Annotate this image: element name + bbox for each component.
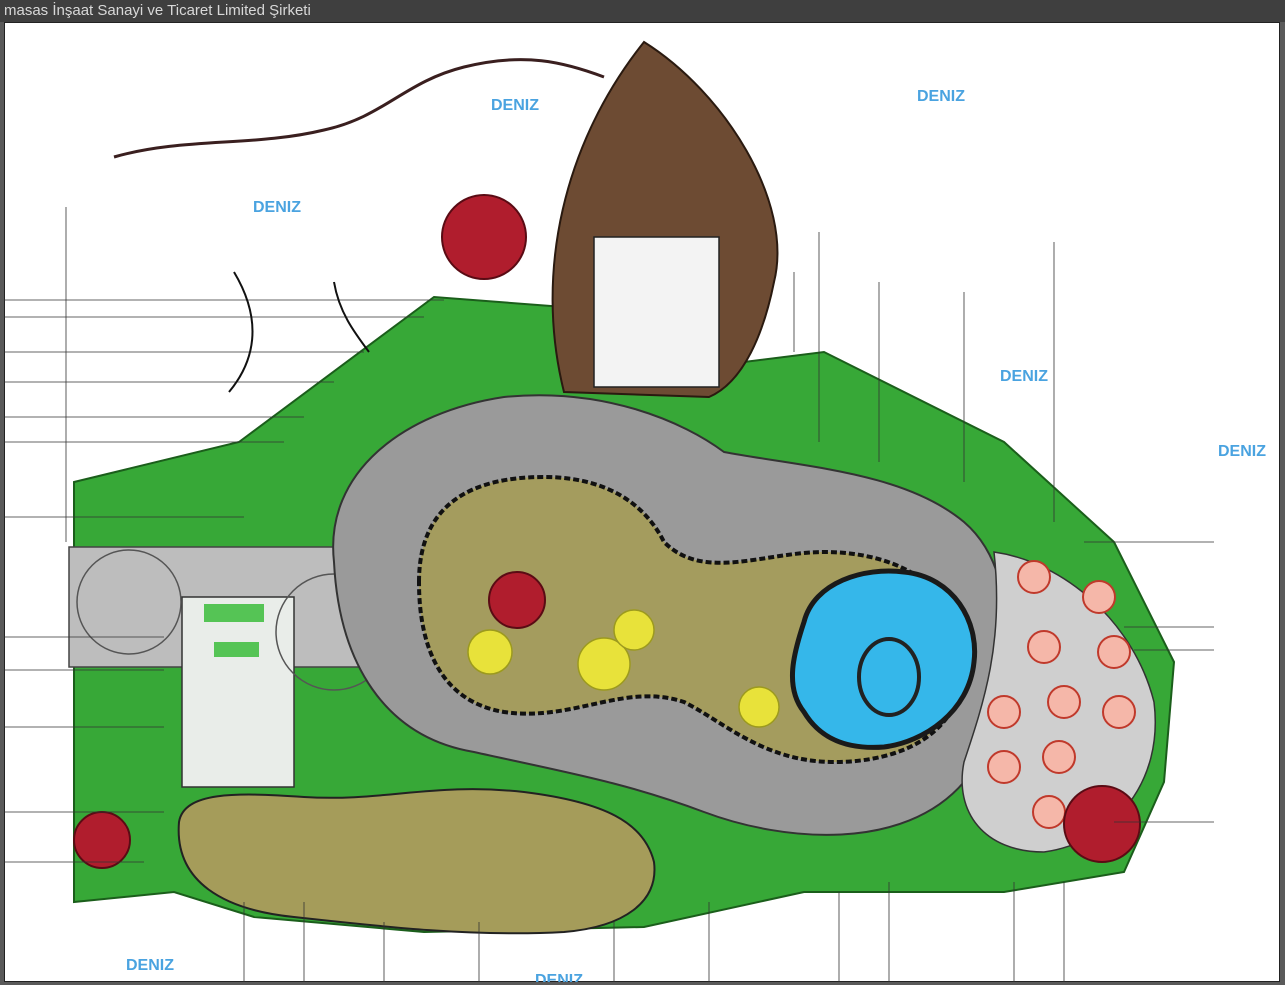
deck-pavilion — [593, 236, 720, 388]
sea-label: DENIZ — [253, 199, 301, 216]
building-planter — [214, 642, 259, 657]
sea-label: DENIZ — [535, 972, 583, 982]
sea-label: DENIZ — [1218, 443, 1266, 460]
umbrella-icon — [441, 194, 527, 280]
tree-icon — [467, 629, 513, 675]
window-title: masas İnşaat Sanayi ve Ticaret Limited Ş… — [0, 0, 1285, 22]
tree-icon — [613, 609, 655, 651]
sea-label: DENIZ — [491, 97, 539, 114]
sea-label: DENIZ — [126, 957, 174, 974]
site-plan-drawing — [4, 22, 1280, 982]
wind-arrow-icon — [228, 271, 254, 393]
umbrella-icon — [73, 811, 131, 869]
sea-label: DENIZ — [917, 88, 965, 105]
building-planter — [204, 604, 264, 622]
cad-drawing-canvas[interactable]: DENIZ DENIZ DENIZ DENIZ DENIZ DENIZ DENI… — [4, 22, 1280, 982]
tree-icon — [738, 686, 780, 728]
pool-house-building — [181, 596, 295, 788]
umbrella-icon — [488, 571, 546, 629]
umbrella-icon — [1063, 785, 1141, 863]
sea-label: DENIZ — [1000, 368, 1048, 385]
